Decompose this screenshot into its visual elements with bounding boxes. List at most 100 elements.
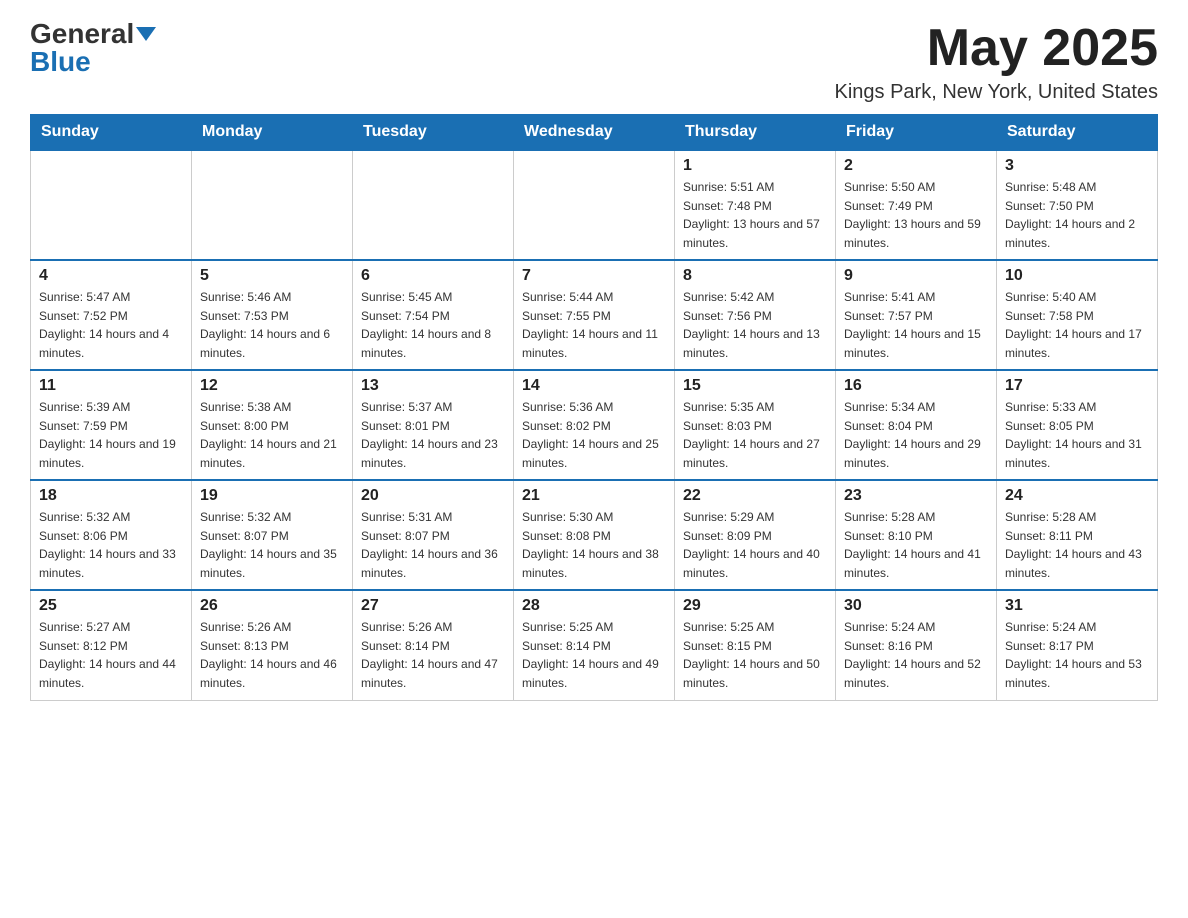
calendar-cell: 7 Sunrise: 5:44 AM Sunset: 7:55 PM Daylig… [514, 260, 675, 370]
sun-info: Sunrise: 5:32 AM Sunset: 8:07 PM Dayligh… [200, 508, 344, 582]
sun-info: Sunrise: 5:25 AM Sunset: 8:15 PM Dayligh… [683, 618, 827, 692]
logo-blue-text: Blue [30, 48, 91, 76]
calendar-cell: 4 Sunrise: 5:47 AM Sunset: 7:52 PM Daylig… [31, 260, 192, 370]
sun-info: Sunrise: 5:44 AM Sunset: 7:55 PM Dayligh… [522, 288, 666, 362]
calendar-cell [31, 150, 192, 260]
calendar-cell: 20 Sunrise: 5:31 AM Sunset: 8:07 PM Dayli… [353, 480, 514, 590]
sun-info: Sunrise: 5:46 AM Sunset: 7:53 PM Dayligh… [200, 288, 344, 362]
calendar-cell: 30 Sunrise: 5:24 AM Sunset: 8:16 PM Dayli… [836, 590, 997, 700]
calendar-cell: 26 Sunrise: 5:26 AM Sunset: 8:13 PM Dayli… [192, 590, 353, 700]
calendar-cell: 3 Sunrise: 5:48 AM Sunset: 7:50 PM Daylig… [997, 150, 1158, 260]
calendar-day-header: Monday [192, 115, 353, 151]
day-number: 24 [1005, 487, 1149, 505]
calendar-week-row: 4 Sunrise: 5:47 AM Sunset: 7:52 PM Daylig… [31, 260, 1158, 370]
calendar-day-header: Sunday [31, 115, 192, 151]
day-number: 26 [200, 597, 344, 615]
day-number: 9 [844, 267, 988, 285]
calendar-cell: 22Sunrise: 5:29 AM Sunset: 8:09 PM Dayli… [675, 480, 836, 590]
sun-info: Sunrise: 5:24 AM Sunset: 8:17 PM Dayligh… [1005, 618, 1149, 692]
day-number: 19 [200, 487, 344, 505]
sun-info: Sunrise: 5:28 AM Sunset: 8:10 PM Dayligh… [844, 508, 988, 582]
day-number: 13 [361, 377, 505, 395]
day-number: 6 [361, 267, 505, 285]
day-number: 8 [683, 267, 827, 285]
sun-info: Sunrise: 5:24 AM Sunset: 8:16 PM Dayligh… [844, 618, 988, 692]
calendar-cell: 2Sunrise: 5:50 AM Sunset: 7:49 PM Daylig… [836, 150, 997, 260]
day-number: 31 [1005, 597, 1149, 615]
sun-info: Sunrise: 5:42 AM Sunset: 7:56 PM Dayligh… [683, 288, 827, 362]
calendar-cell: 15Sunrise: 5:35 AM Sunset: 8:03 PM Dayli… [675, 370, 836, 480]
sun-info: Sunrise: 5:40 AM Sunset: 7:58 PM Dayligh… [1005, 288, 1149, 362]
calendar-cell: 19 Sunrise: 5:32 AM Sunset: 8:07 PM Dayli… [192, 480, 353, 590]
calendar-cell: 23 Sunrise: 5:28 AM Sunset: 8:10 PM Dayli… [836, 480, 997, 590]
calendar-cell: 27 Sunrise: 5:26 AM Sunset: 8:14 PM Dayli… [353, 590, 514, 700]
sun-info: Sunrise: 5:32 AM Sunset: 8:06 PM Dayligh… [39, 508, 183, 582]
sun-info: Sunrise: 5:30 AM Sunset: 8:08 PM Dayligh… [522, 508, 666, 582]
day-number: 3 [1005, 157, 1149, 175]
sun-info: Sunrise: 5:27 AM Sunset: 8:12 PM Dayligh… [39, 618, 183, 692]
calendar-cell: 17Sunrise: 5:33 AM Sunset: 8:05 PM Dayli… [997, 370, 1158, 480]
calendar-cell [514, 150, 675, 260]
calendar-cell: 14 Sunrise: 5:36 AM Sunset: 8:02 PM Dayli… [514, 370, 675, 480]
day-number: 27 [361, 597, 505, 615]
sun-info: Sunrise: 5:25 AM Sunset: 8:14 PM Dayligh… [522, 618, 666, 692]
page-header: General Blue May 2025 Kings Park, New Yo… [30, 20, 1158, 104]
day-number: 28 [522, 597, 666, 615]
sun-info: Sunrise: 5:51 AM Sunset: 7:48 PM Dayligh… [683, 178, 827, 252]
sun-info: Sunrise: 5:34 AM Sunset: 8:04 PM Dayligh… [844, 398, 988, 472]
calendar-cell: 18Sunrise: 5:32 AM Sunset: 8:06 PM Dayli… [31, 480, 192, 590]
day-number: 4 [39, 267, 183, 285]
day-number: 7 [522, 267, 666, 285]
calendar-week-row: 11Sunrise: 5:39 AM Sunset: 7:59 PM Dayli… [31, 370, 1158, 480]
sun-info: Sunrise: 5:36 AM Sunset: 8:02 PM Dayligh… [522, 398, 666, 472]
calendar-cell: 10 Sunrise: 5:40 AM Sunset: 7:58 PM Dayli… [997, 260, 1158, 370]
day-number: 22 [683, 487, 827, 505]
calendar-cell: 8 Sunrise: 5:42 AM Sunset: 7:56 PM Daylig… [675, 260, 836, 370]
sun-info: Sunrise: 5:26 AM Sunset: 8:14 PM Dayligh… [361, 618, 505, 692]
logo: General Blue [30, 20, 156, 76]
calendar-cell [192, 150, 353, 260]
sun-info: Sunrise: 5:28 AM Sunset: 8:11 PM Dayligh… [1005, 508, 1149, 582]
calendar-day-header: Wednesday [514, 115, 675, 151]
day-number: 12 [200, 377, 344, 395]
sun-info: Sunrise: 5:41 AM Sunset: 7:57 PM Dayligh… [844, 288, 988, 362]
calendar-cell: 16 Sunrise: 5:34 AM Sunset: 8:04 PM Dayli… [836, 370, 997, 480]
day-number: 5 [200, 267, 344, 285]
day-number: 25 [39, 597, 183, 615]
day-number: 15 [683, 377, 827, 395]
day-number: 16 [844, 377, 988, 395]
logo-triangle-icon [136, 27, 156, 41]
calendar-week-row: 1Sunrise: 5:51 AM Sunset: 7:48 PM Daylig… [31, 150, 1158, 260]
day-number: 30 [844, 597, 988, 615]
day-number: 29 [683, 597, 827, 615]
calendar-cell: 1Sunrise: 5:51 AM Sunset: 7:48 PM Daylig… [675, 150, 836, 260]
calendar-cell: 24 Sunrise: 5:28 AM Sunset: 8:11 PM Dayli… [997, 480, 1158, 590]
calendar-cell: 29 Sunrise: 5:25 AM Sunset: 8:15 PM Dayli… [675, 590, 836, 700]
calendar-cell: 28 Sunrise: 5:25 AM Sunset: 8:14 PM Dayli… [514, 590, 675, 700]
calendar-day-header: Friday [836, 115, 997, 151]
sun-info: Sunrise: 5:33 AM Sunset: 8:05 PM Dayligh… [1005, 398, 1149, 472]
day-number: 21 [522, 487, 666, 505]
sun-info: Sunrise: 5:26 AM Sunset: 8:13 PM Dayligh… [200, 618, 344, 692]
sun-info: Sunrise: 5:47 AM Sunset: 7:52 PM Dayligh… [39, 288, 183, 362]
day-number: 23 [844, 487, 988, 505]
calendar-week-row: 18Sunrise: 5:32 AM Sunset: 8:06 PM Dayli… [31, 480, 1158, 590]
calendar-cell: 12 Sunrise: 5:38 AM Sunset: 8:00 PM Dayli… [192, 370, 353, 480]
sun-info: Sunrise: 5:48 AM Sunset: 7:50 PM Dayligh… [1005, 178, 1149, 252]
day-number: 20 [361, 487, 505, 505]
calendar-day-header: Tuesday [353, 115, 514, 151]
calendar-cell: 31 Sunrise: 5:24 AM Sunset: 8:17 PM Dayli… [997, 590, 1158, 700]
sun-info: Sunrise: 5:37 AM Sunset: 8:01 PM Dayligh… [361, 398, 505, 472]
day-number: 10 [1005, 267, 1149, 285]
calendar-table: SundayMondayTuesdayWednesdayThursdayFrid… [30, 114, 1158, 701]
calendar-cell: 9 Sunrise: 5:41 AM Sunset: 7:57 PM Daylig… [836, 260, 997, 370]
calendar-cell: 5 Sunrise: 5:46 AM Sunset: 7:53 PM Daylig… [192, 260, 353, 370]
calendar-header-row: SundayMondayTuesdayWednesdayThursdayFrid… [31, 115, 1158, 151]
calendar-cell: 11Sunrise: 5:39 AM Sunset: 7:59 PM Dayli… [31, 370, 192, 480]
calendar-day-header: Thursday [675, 115, 836, 151]
sun-info: Sunrise: 5:38 AM Sunset: 8:00 PM Dayligh… [200, 398, 344, 472]
sun-info: Sunrise: 5:39 AM Sunset: 7:59 PM Dayligh… [39, 398, 183, 472]
sun-info: Sunrise: 5:31 AM Sunset: 8:07 PM Dayligh… [361, 508, 505, 582]
day-number: 14 [522, 377, 666, 395]
location-text: Kings Park, New York, United States [835, 81, 1159, 104]
